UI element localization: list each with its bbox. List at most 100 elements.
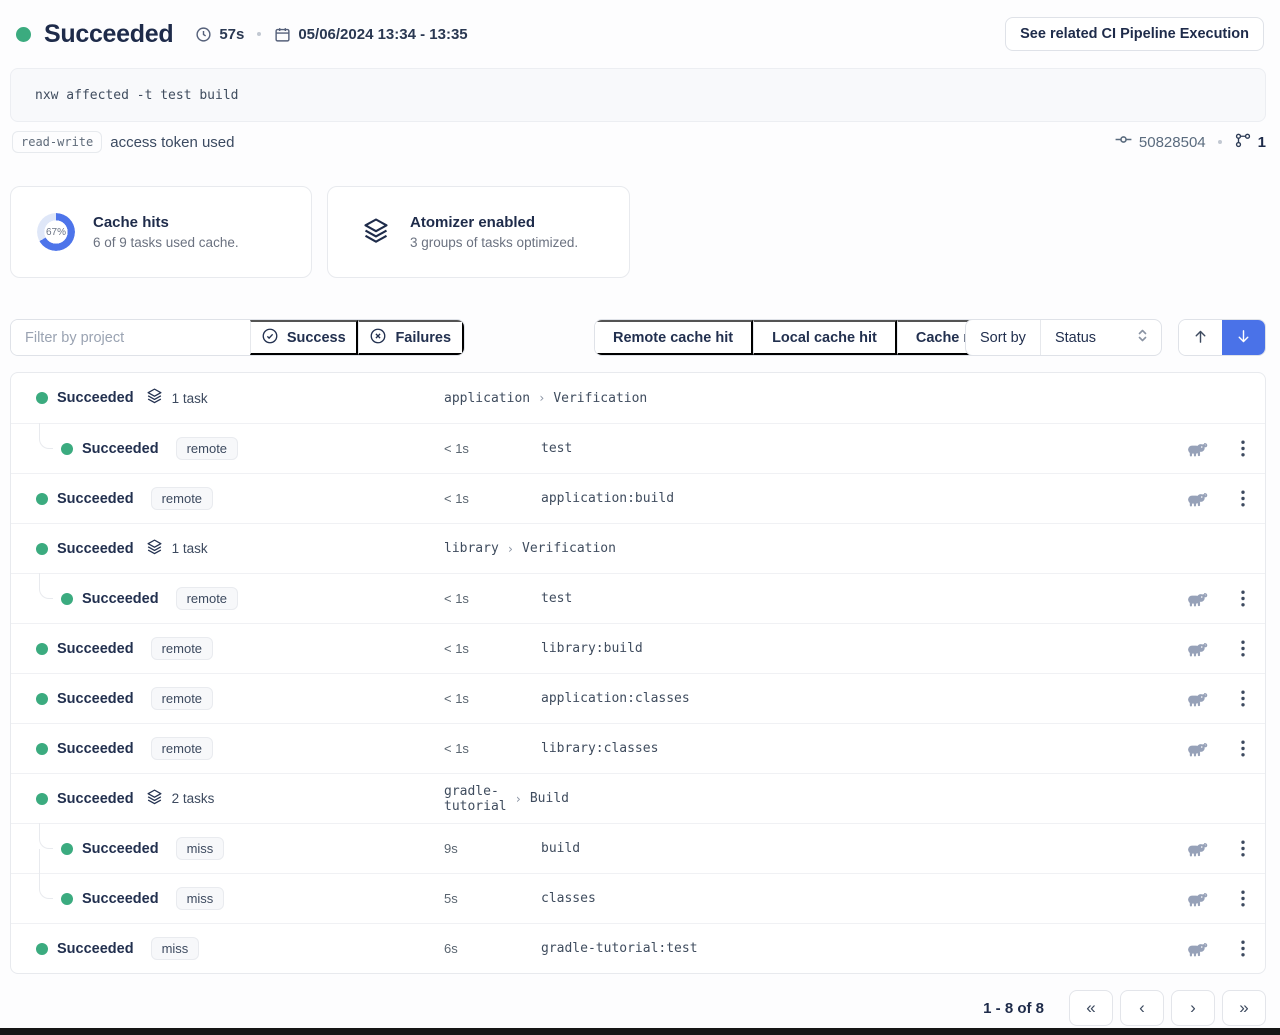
branch-count: 1 <box>1258 134 1266 151</box>
cache-hits-percent: 67% <box>37 213 75 251</box>
cache-hits-donut: 67% <box>37 213 75 251</box>
kebab-menu-button[interactable] <box>1221 936 1265 961</box>
layers-icon <box>362 216 390 249</box>
table-row[interactable]: Succeeded miss 6s gradle-tutorial:test <box>11 923 1265 973</box>
task-name: application:classes <box>541 691 1173 706</box>
clock-icon <box>195 26 212 43</box>
chevron-right-icon: › <box>515 792 522 806</box>
cache-hits-subtitle: 6 of 9 tasks used cache. <box>93 235 239 250</box>
see-related-ci-pipeline-button[interactable]: See related CI Pipeline Execution <box>1005 17 1264 51</box>
table-row[interactable]: Succeeded miss 5s classes <box>11 873 1265 923</box>
kebab-menu-button[interactable] <box>1221 636 1265 661</box>
success-filter-button[interactable]: Success <box>250 320 358 355</box>
filter-bar: Success Failures Remote cache hit Local … <box>10 319 1266 356</box>
table-row[interactable]: Succeeded remote < 1s application:classe… <box>11 673 1265 723</box>
row-left: Succeeded remote <box>11 624 444 673</box>
task-name: application:build <box>541 491 1173 506</box>
breadcrumb: gradle-tutorial › Build <box>444 784 541 814</box>
last-page-button[interactable]: » <box>1222 990 1266 1026</box>
kebab-menu-button[interactable] <box>1221 686 1265 711</box>
sort-status-select[interactable]: Status <box>1040 320 1161 355</box>
tree-connector-extension <box>39 849 40 874</box>
table-row[interactable]: Succeeded remote < 1s library:build <box>11 623 1265 673</box>
command-text: nxw affected -t test build <box>35 88 239 103</box>
cache-badge: miss <box>176 887 225 910</box>
gradle-elephant-icon <box>1173 690 1221 708</box>
cache-filter-group: Remote cache hit Local cache hit Cache m… <box>594 319 1017 356</box>
cache-hits-title: Cache hits <box>93 214 239 231</box>
task-name: test <box>541 591 1173 606</box>
task-count: 1 task <box>172 541 208 556</box>
tree-connector <box>39 873 53 899</box>
check-circle-icon <box>261 327 279 349</box>
kebab-menu-button[interactable] <box>1221 886 1265 911</box>
kebab-menu-button[interactable] <box>1221 486 1265 511</box>
duration: < 1s <box>444 691 541 706</box>
table-row[interactable]: Succeeded remote < 1s library:classes <box>11 723 1265 773</box>
project-filter-group: Success Failures <box>10 319 465 356</box>
filter-by-project-input[interactable] <box>11 320 250 355</box>
breadcrumb-project: gradle-tutorial <box>444 784 507 814</box>
task-count: 2 tasks <box>172 791 215 806</box>
breadcrumb-target: Verification <box>553 391 647 406</box>
kebab-menu-button[interactable] <box>1221 736 1265 761</box>
tree-connector <box>39 423 53 449</box>
previous-page-button[interactable]: ‹ <box>1120 990 1164 1026</box>
breadcrumb: library › Verification <box>444 541 541 556</box>
gradle-elephant-icon <box>1173 590 1221 608</box>
row-left: Succeeded 1 task <box>11 524 444 573</box>
row-status-label: Succeeded <box>57 491 134 507</box>
gradle-elephant-icon <box>1173 490 1221 508</box>
first-page-button[interactable]: « <box>1069 990 1113 1026</box>
status-dot <box>36 493 48 505</box>
table-row[interactable]: Succeeded 1 task library › Verification <box>11 523 1265 573</box>
git-commit-icon[interactable] <box>1114 130 1133 154</box>
row-status-label: Succeeded <box>57 390 134 406</box>
status-dot <box>61 443 73 455</box>
task-name: test <box>541 441 1173 456</box>
table-row[interactable]: Succeeded remote < 1s application:build <box>11 473 1265 523</box>
duration: < 1s <box>444 441 541 456</box>
kebab-menu-button[interactable] <box>1221 436 1265 461</box>
remote-cache-hit-button[interactable]: Remote cache hit <box>595 320 753 355</box>
failures-filter-button[interactable]: Failures <box>358 320 465 355</box>
duration: 5s <box>444 891 541 906</box>
run-date-range: 05/06/2024 13:34 - 13:35 <box>298 26 467 43</box>
table-row[interactable]: Succeeded remote < 1s test <box>11 423 1265 473</box>
access-token-text: access token used <box>110 134 234 151</box>
table-row[interactable]: Succeeded miss 9s build <box>11 823 1265 873</box>
status-dot <box>61 843 73 855</box>
duration: < 1s <box>444 641 541 656</box>
sort-ascending-button[interactable] <box>1179 320 1222 355</box>
run-duration: 57s <box>219 26 244 43</box>
kebab-menu-button[interactable] <box>1221 586 1265 611</box>
commit-sha[interactable]: 50828504 <box>1139 134 1206 151</box>
failures-filter-label: Failures <box>395 330 451 346</box>
task-name: build <box>541 841 1173 856</box>
branch-icon <box>1234 131 1252 154</box>
access-token-badge: read-write <box>12 131 102 153</box>
row-status-label: Succeeded <box>57 941 134 957</box>
gradle-elephant-icon <box>1173 440 1221 458</box>
row-status-label: Succeeded <box>57 791 134 807</box>
x-circle-icon <box>369 327 387 349</box>
status-dot <box>36 693 48 705</box>
cache-badge: remote <box>176 587 238 610</box>
arrow-up-icon <box>1192 328 1209 348</box>
breadcrumb-target: Verification <box>522 541 616 556</box>
status-dot <box>36 793 48 805</box>
table-row[interactable]: Succeeded 1 task application › Verificat… <box>11 373 1265 423</box>
status-dot <box>36 643 48 655</box>
separator-dot <box>1218 140 1222 144</box>
kebab-menu-button[interactable] <box>1221 836 1265 861</box>
status-dot <box>61 893 73 905</box>
sort-descending-button[interactable] <box>1222 320 1265 355</box>
page-title: Succeeded <box>44 20 173 49</box>
local-cache-hit-button[interactable]: Local cache hit <box>753 320 897 355</box>
cache-badge: remote <box>151 737 213 760</box>
row-status-label: Succeeded <box>82 441 159 457</box>
table-row[interactable]: Succeeded remote < 1s test <box>11 573 1265 623</box>
next-page-button[interactable]: › <box>1171 990 1215 1026</box>
command-box: nxw affected -t test build <box>10 68 1266 122</box>
table-row[interactable]: Succeeded 2 tasks gradle-tutorial › Buil… <box>11 773 1265 823</box>
